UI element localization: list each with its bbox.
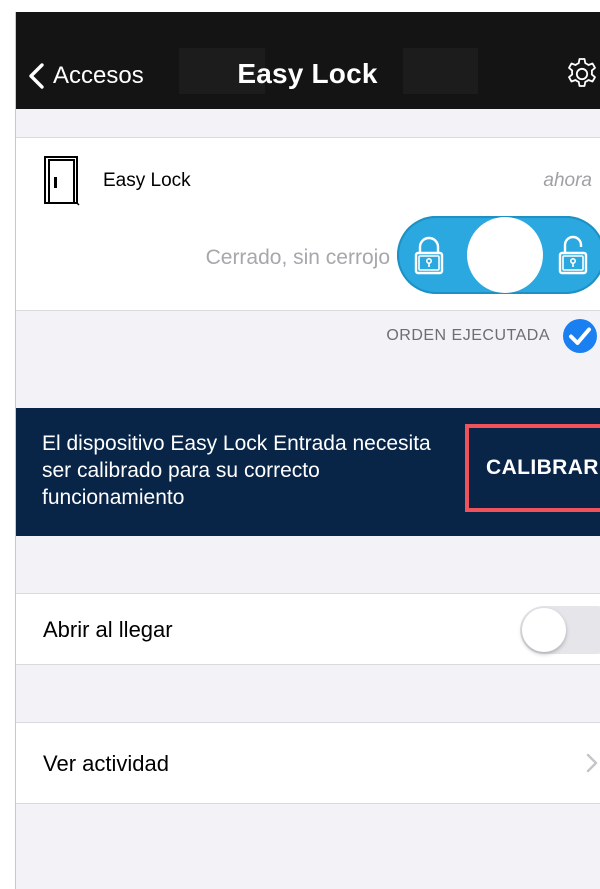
calibration-message: El dispositivo Easy Lock Entrada necesit… [42,432,431,509]
switch-knob [522,608,566,652]
padlock-open-icon [558,235,588,275]
order-status: ORDEN EJECUTADA [386,318,598,354]
last-update-time: ahora [543,170,592,191]
chevron-right-icon [586,753,598,773]
view-activity-row[interactable]: Ver actividad [15,722,600,804]
lock-slider-knob[interactable] [467,217,543,293]
order-status-label: ORDEN EJECUTADA [386,327,550,344]
checkmark-circle-icon [563,319,597,353]
lock-card: Easy Lock ahora Cerrado, sin cerrojo [15,137,600,311]
lock-name: Easy Lock [103,170,191,191]
view-activity-label: Ver actividad [43,751,169,776]
device-frame: Accesos Easy Lock Easy Lock ahora Cerrad… [0,0,600,889]
gear-icon [568,58,596,87]
door-icon [44,156,80,206]
lock-status: Cerrado, sin cerrojo [205,246,390,269]
navigation-bar: Accesos Easy Lock [15,12,600,109]
settings-button[interactable] [564,56,600,92]
lock-slider[interactable] [397,216,600,294]
calibrate-button-label: CALIBRAR [486,456,599,479]
open-on-arrival-row: Abrir al llegar [15,593,600,665]
open-on-arrival-switch[interactable] [520,606,600,654]
calibrate-button[interactable]: CALIBRAR [465,424,600,512]
app-screen: Accesos Easy Lock Easy Lock ahora Cerrad… [15,12,600,889]
page-title: Easy Lock [237,58,378,89]
calibration-banner: El dispositivo Easy Lock Entrada necesit… [15,408,600,536]
padlock-closed-icon [414,236,444,275]
open-on-arrival-label: Abrir al llegar [43,617,173,642]
